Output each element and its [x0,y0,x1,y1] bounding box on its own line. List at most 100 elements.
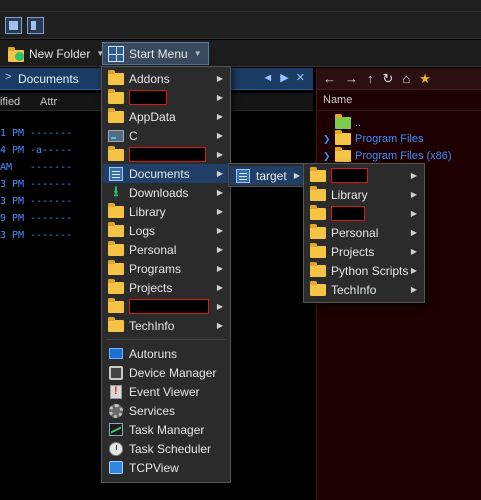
parent-folder-item[interactable]: .. [323,114,361,131]
menu-item-redacted[interactable]: ▶ [103,145,229,164]
pane-controls[interactable]: ◄ ▶ ✕ [262,71,307,84]
new-folder-icon [8,46,24,62]
folder-icon [310,261,326,277]
documents-icon [109,166,123,181]
menu-item-redacted[interactable]: ▶ [305,204,423,223]
menu-item-downloads[interactable]: ⭳ Downloads ▶ [103,183,229,202]
menu-item-tcpview[interactable]: TCPView [103,458,229,477]
chevron-right-icon[interactable]: > [5,71,11,83]
folder-icon [108,107,124,123]
home-icon[interactable]: ⌂ [402,71,410,86]
table-row[interactable]: AM ------- [0,162,80,179]
menu-item-redacted[interactable]: ▶ [305,166,423,185]
submenu-arrow-icon: ▶ [410,190,417,199]
menu-item-logs[interactable]: Logs ▶ [103,221,229,240]
tree-item[interactable]: ❯ Program Files [323,130,423,147]
navigation-bar: ← → ↑ ↻ ⌂ ★ [317,68,481,90]
title-bar [0,12,481,39]
menu-item-task-scheduler[interactable]: Task Scheduler [103,439,229,458]
submenu-arrow-icon: ▶ [216,321,223,330]
tcpview-icon [109,461,123,474]
menu-item-c[interactable]: C ▶ [103,126,229,145]
layout-icon[interactable] [27,17,44,34]
menu-item-programs[interactable]: Programs ▶ [103,259,229,278]
column-modified[interactable]: ified [0,96,20,108]
folder-icon [310,280,326,296]
menu-item-autoruns[interactable]: Autoruns [103,344,229,363]
menu-item-python-scripts[interactable]: Python Scripts ▶ [305,261,423,280]
menu-item-library[interactable]: Library ▶ [305,185,423,204]
folder-icon [310,185,326,201]
documents-icon [236,168,250,183]
tree-item[interactable]: ❯ Program Files (x86) [323,147,452,164]
table-row[interactable]: 3 PM ------- [0,179,80,196]
menu-item-projects[interactable]: Projects ▶ [305,242,423,261]
name-column-header[interactable]: Name [317,94,481,111]
start-menu-icon [108,45,124,62]
menu-item-techinfo[interactable]: TechInfo ▶ [305,280,423,299]
menu-item-personal[interactable]: Personal ▶ [103,240,229,259]
drive-icon [108,129,124,142]
device-manager-icon [109,365,123,380]
submenu-arrow-icon: ▶ [410,228,417,237]
menu-item-redacted[interactable]: ▶ [103,297,229,316]
window-top-strip [0,0,481,12]
folder-icon [108,316,124,332]
redacted-label [129,147,206,162]
submenu-arrow-icon: ▶ [216,169,223,178]
submenu-arrow-icon: ▶ [293,171,300,180]
menu-item-library[interactable]: Library ▶ [103,202,229,221]
menu-item-techinfo[interactable]: TechInfo ▶ [103,316,229,335]
submenu-arrow-icon: ▶ [216,93,223,102]
submenu-arrow-icon: ▶ [216,150,223,159]
table-row[interactable]: 4 PM -a----- [0,145,80,162]
submenu-arrow-icon: ▶ [410,247,417,256]
redacted-label [129,299,209,314]
redacted-label [129,90,167,105]
menu-item-projects[interactable]: Projects ▶ [103,278,229,297]
menu-item-appdata[interactable]: AppData ▶ [103,107,229,126]
menu-item-redacted[interactable]: ▶ [103,88,229,107]
menu-item-task-manager[interactable]: Task Manager [103,420,229,439]
new-folder-label: New Folder [29,46,91,61]
up-arrow-icon[interactable]: ↑ [367,71,374,86]
start-menu-button[interactable]: Start Menu ▼ [102,42,209,65]
back-arrow-icon[interactable]: ← [323,71,336,86]
folder-icon [310,204,326,220]
submenu-arrow-icon: ▶ [216,74,223,83]
menu-item-target[interactable]: target ▶ [230,166,306,185]
submenu-arrow-icon: ▶ [216,188,223,197]
table-row[interactable]: 3 PM ------- [0,196,80,213]
expand-arrow-icon[interactable]: ❯ [323,134,335,145]
submenu-arrow-icon: ▶ [216,131,223,140]
path-label[interactable]: Documents [18,72,79,86]
table-row[interactable]: 9 PM ------- [0,213,80,230]
menu-item-device-manager[interactable]: Device Manager [103,363,229,382]
task-manager-icon [109,423,123,436]
folder-icon [108,278,124,294]
star-icon[interactable]: ★ [419,71,431,87]
folder-icon [108,221,124,237]
documents-submenu: target ▶ [228,163,308,187]
folder-icon [310,166,326,182]
menu-item-event-viewer[interactable]: Event Viewer [103,382,229,401]
submenu-arrow-icon: ▶ [410,209,417,218]
toolbar: New Folder ▼ Start Menu ▼ [0,40,481,67]
refresh-icon[interactable]: ↻ [383,71,394,87]
menu-item-personal[interactable]: Personal ▶ [305,223,423,242]
submenu-arrow-icon: ▶ [216,112,223,121]
folder-icon [108,259,124,275]
expand-arrow-icon[interactable]: ❯ [323,151,335,162]
forward-arrow-icon[interactable]: → [345,71,358,86]
submenu-arrow-icon: ▶ [216,245,223,254]
menu-item-addons[interactable]: Addons ▶ [103,69,229,88]
app-icon[interactable] [5,17,22,34]
new-folder-button[interactable]: New Folder ▼ [8,42,104,65]
redacted-label [331,168,368,183]
table-row[interactable]: 1 PM ------- [0,128,80,145]
menu-item-services[interactable]: Services [103,401,229,420]
table-row[interactable]: 3 PM ------- [0,230,80,247]
start-menu-label: Start Menu [129,46,188,61]
column-attr[interactable]: Attr [40,96,57,108]
submenu-arrow-icon: ▶ [216,302,223,311]
